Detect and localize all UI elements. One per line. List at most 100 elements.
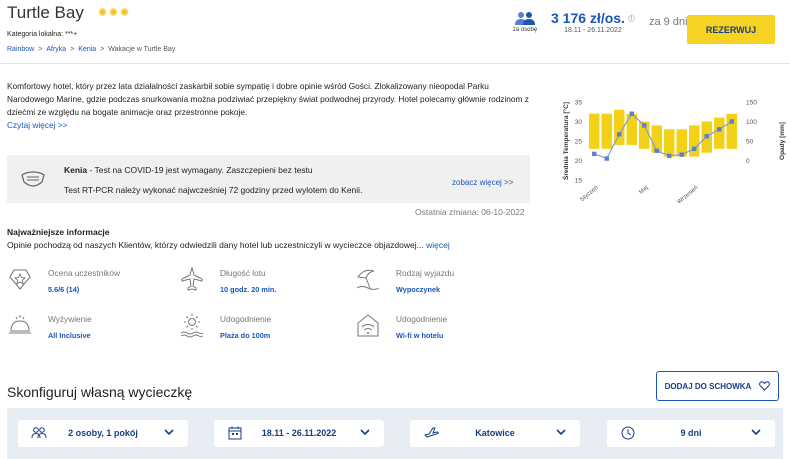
config-persons-select[interactable]: 2 osoby, 1 pokój xyxy=(18,420,188,447)
price-box: za osobę 3 176 zł/os. i 18.11 - 26.11.20… xyxy=(505,10,688,34)
price-value-row: 3 176 zł/os. i xyxy=(551,10,635,26)
config-departure-select[interactable]: Katowice xyxy=(410,420,580,447)
y-left-tick-label: 35 xyxy=(575,100,583,107)
heart-icon xyxy=(759,381,771,391)
persons-indicator: za osobę xyxy=(505,11,545,33)
precipitation-point xyxy=(642,123,647,128)
local-category: Kategoria lokalna: ***+ xyxy=(7,31,78,38)
precipitation-point xyxy=(617,132,622,137)
covid-country: Kenia xyxy=(64,165,88,175)
info-value: Plaża do 100m xyxy=(220,331,271,340)
precipitation-point xyxy=(692,146,697,151)
breadcrumb-rainbow[interactable]: Rainbow xyxy=(7,46,34,53)
meal-bell-icon xyxy=(9,315,31,334)
covid-see-more-link[interactable]: zobacz więcej >> xyxy=(452,178,513,187)
precipitation-point xyxy=(679,152,684,157)
precipitation-point xyxy=(654,148,659,153)
breadcrumb-separator: > xyxy=(38,46,43,53)
hotel-name: Turtle Bay xyxy=(7,3,84,22)
chevron-down-icon xyxy=(751,429,761,436)
info-label: Udogodnienie xyxy=(396,314,448,324)
covid-info-box: Kenia - Test na COVID-19 jest wymagany. … xyxy=(7,155,530,203)
key-info-desc: Opinie pochodzą od naszych Klientów, któ… xyxy=(7,240,450,250)
y-right-tick-label: 150 xyxy=(746,100,757,107)
y-right-tick-label: 50 xyxy=(746,139,754,146)
info-item-wifi: Udogodnienie Wi-fi w hotelu xyxy=(355,312,515,346)
airplane-icon xyxy=(181,266,203,291)
precipitation-point xyxy=(717,127,722,132)
breadcrumb: Rainbow > Afryka > Kenia > Wakacje w Tur… xyxy=(7,46,175,53)
rating-star-icon xyxy=(9,269,31,290)
chevron-down-icon xyxy=(360,429,370,436)
description-text: Komfortowy hotel, który przez lata dział… xyxy=(7,81,529,117)
temperature-bar xyxy=(601,113,612,149)
info-item-flight: Długość lotu 10 godz. 20 min. xyxy=(179,266,339,300)
price-value: 3 176 zł/os. xyxy=(551,10,625,26)
covid-line-1: Kenia - Test na COVID-19 jest wymagany. … xyxy=(64,165,313,175)
y-right-tick-label: 0 xyxy=(746,158,750,165)
key-info-more-link[interactable]: więcej xyxy=(426,240,450,250)
temperature-bar xyxy=(626,113,637,145)
info-item-beach: Udogodnienie Plaża do 100m xyxy=(179,312,339,346)
info-item-meals: Wyżywienie All Inclusive xyxy=(7,312,167,346)
breadcrumb-kenia[interactable]: Kenia xyxy=(78,46,96,53)
add-to-favorites-label: DODAJ DO SCHOWKA xyxy=(664,381,752,391)
add-to-favorites-button[interactable]: DODAJ DO SCHOWKA xyxy=(656,371,779,401)
config-duration-value: 9 dni xyxy=(680,428,702,438)
x-tick-label: Styczeń xyxy=(579,185,599,203)
y-left-tick-label: 25 xyxy=(575,139,583,146)
y-left-axis-title: Średnia Temperatura [°C] xyxy=(561,102,570,180)
config-dates-select[interactable]: 18.11 - 26.11.2022 xyxy=(214,420,384,447)
y-right-tick-label: 100 xyxy=(746,119,757,126)
y-left-tick-label: 30 xyxy=(575,119,583,126)
config-persons-value: 2 osoby, 1 pokój xyxy=(68,428,138,438)
hotel-stars: ✺ ✺ ✺ xyxy=(97,7,130,19)
info-item-rating: Ocena uczestników 5.6/6 (14) xyxy=(7,266,167,300)
config-duration-select[interactable]: 9 dni xyxy=(607,420,775,447)
beach-umbrella-icon xyxy=(356,269,380,290)
persons-label: za osobę xyxy=(512,27,538,33)
chevron-down-icon xyxy=(164,429,174,436)
info-label: Rodzaj wyjazdu xyxy=(396,268,455,278)
price-dates: 18.11 - 26.11.2022 xyxy=(564,27,622,34)
info-label: Długość lotu xyxy=(220,268,266,278)
info-item-trip-type: Rodzaj wyjazdu Wypoczynek xyxy=(355,266,515,300)
x-tick-label: Maj xyxy=(638,185,649,196)
climate-chart: 15 20 25 30 35 0 50 100 150 Styczeń Maj Wrzesień Śre… xyxy=(558,64,790,214)
price-main: 3 176 zł/os. i 18.11 - 26.11.2022 xyxy=(551,10,635,34)
precipitation-point xyxy=(704,134,709,139)
temperature-bar xyxy=(726,113,737,149)
info-value: Wypoczynek xyxy=(396,285,441,294)
days-label: za 9 dni xyxy=(648,16,688,28)
x-tick-label: Wrzesień xyxy=(677,185,700,206)
breadcrumb-separator: > xyxy=(70,46,75,53)
last-change: Ostatnia zmiana: 06-10-2022 xyxy=(415,207,525,217)
star-icon: ✺ xyxy=(108,7,119,19)
sun-sea-icon xyxy=(180,314,204,338)
config-departure-value: Katowice xyxy=(475,428,515,438)
info-value: 10 godz. 20 min. xyxy=(220,285,277,294)
reserve-button[interactable]: REZERWUJ xyxy=(687,15,775,44)
info-label: Wyżywienie xyxy=(48,314,92,324)
precipitation-point xyxy=(729,119,734,124)
config-dates-value: 18.11 - 26.11.2022 xyxy=(261,428,337,438)
read-more-link[interactable]: Czytaj więcej >> xyxy=(7,120,67,130)
breadcrumb-separator: > xyxy=(100,46,105,53)
temperature-bar xyxy=(689,125,700,157)
hotel-header: Turtle Bay ✺ ✺ ✺ Kategoria lokalna: ***+… xyxy=(0,0,790,64)
info-icon[interactable]: i xyxy=(627,14,635,22)
climate-chart-svg: 15 20 25 30 35 0 50 100 150 Styczeń Maj Wrzesień Śre… xyxy=(561,100,786,206)
temperature-bar xyxy=(589,113,600,149)
covid-line-2: Test RT-PCR należy wykonać najwcześniej … xyxy=(64,185,363,195)
configure-trip-title: Skonfiguruj własną wycieczkę xyxy=(7,384,193,400)
breadcrumb-afryka[interactable]: Afryka xyxy=(46,46,66,53)
precipitation-point xyxy=(604,156,609,161)
info-value: All Inclusive xyxy=(48,331,91,340)
temperature-bar xyxy=(714,117,725,149)
precipitation-point xyxy=(592,151,597,157)
star-icon: ✺ xyxy=(97,7,108,19)
info-value: 5.6/6 (14) xyxy=(48,285,80,294)
persons-icon xyxy=(515,12,535,25)
covid-requirement: - Test na COVID-19 jest wymagany. Zaszcz… xyxy=(87,165,313,175)
info-label: Ocena uczestników xyxy=(48,268,120,278)
